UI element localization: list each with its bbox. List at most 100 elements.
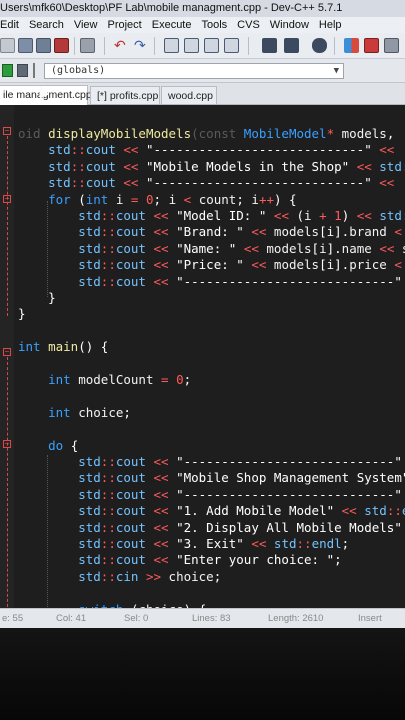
run-icon[interactable] bbox=[2, 64, 13, 77]
goto-icon[interactable] bbox=[224, 38, 239, 53]
code-token: "Brand: " bbox=[176, 224, 252, 240]
code-editor[interactable]: − − − − oid displayMobileModels(const Mo… bbox=[0, 105, 405, 608]
fold-marker-icon[interactable]: − bbox=[3, 127, 11, 135]
menu-project[interactable]: Project bbox=[103, 17, 147, 33]
menu-edit[interactable]: Edit bbox=[0, 17, 25, 33]
code-token: cout bbox=[115, 240, 154, 256]
fold-marker-icon[interactable]: − bbox=[3, 440, 11, 448]
grid-icon[interactable] bbox=[344, 38, 359, 53]
replace-icon[interactable] bbox=[184, 38, 199, 53]
code-token: << bbox=[153, 273, 177, 289]
code-token: < bbox=[394, 257, 402, 273]
code-token: std bbox=[18, 454, 101, 469]
code-token: :: bbox=[100, 519, 116, 535]
code-token: cout bbox=[115, 536, 154, 551]
menu-window[interactable]: Window bbox=[266, 17, 315, 33]
menu-view[interactable]: View bbox=[70, 17, 104, 33]
code-token: [ bbox=[319, 224, 327, 240]
code-token: cout bbox=[85, 175, 124, 191]
menu-search[interactable]: Search bbox=[25, 17, 70, 33]
menu-execute[interactable]: Execute bbox=[148, 17, 198, 33]
code-token: :: bbox=[100, 224, 116, 240]
code-token: std bbox=[18, 568, 101, 584]
undo-icon[interactable]: ↶ bbox=[114, 38, 129, 53]
toggle-comment-icon[interactable] bbox=[312, 38, 327, 53]
window-title: Users\mfk60\Desktop\PF Lab\mobile managm… bbox=[0, 0, 405, 17]
menu-tools[interactable]: Tools bbox=[197, 17, 233, 33]
code-token: "----------------------------" bbox=[176, 486, 405, 502]
toolbar-separator bbox=[154, 37, 155, 55]
code-token: ( bbox=[191, 126, 199, 141]
code-token: MobileModel bbox=[243, 126, 327, 141]
code-token: << bbox=[153, 503, 177, 519]
code-token: << bbox=[153, 552, 177, 568]
code-token: ; bbox=[341, 536, 350, 551]
fold-marker-icon[interactable]: − bbox=[3, 195, 11, 203]
redo-icon[interactable]: ↷ bbox=[134, 38, 149, 53]
code-token: std bbox=[18, 240, 101, 256]
menu-help[interactable]: Help bbox=[315, 17, 348, 33]
code-line: std::cout << "3. Exit" << std::endl; bbox=[18, 535, 349, 552]
code-token: models bbox=[266, 240, 312, 256]
code-token: << bbox=[341, 503, 365, 519]
code-token: () { bbox=[78, 339, 109, 355]
stop-icon[interactable] bbox=[17, 64, 28, 77]
fold-marker-icon[interactable]: − bbox=[3, 348, 11, 356]
code-token: = bbox=[130, 191, 146, 207]
close-icon[interactable] bbox=[54, 38, 69, 53]
globals-dropdown[interactable]: (globals) ▼ bbox=[44, 63, 344, 79]
code-token: , bbox=[386, 126, 402, 141]
toolbar-separator bbox=[248, 37, 249, 55]
toolbar: ↶ ↷ bbox=[0, 33, 405, 59]
code-token: std bbox=[18, 552, 101, 568]
code-token: "Mobile Models in the Shop" bbox=[145, 158, 357, 174]
code-token: price bbox=[349, 257, 395, 273]
menu-cvs[interactable]: CVS bbox=[233, 17, 266, 33]
code-line: int choice; bbox=[18, 404, 131, 421]
code-line: std::cout << "2. Display All Mobile Mode… bbox=[18, 519, 405, 536]
code-token: int bbox=[18, 404, 79, 420]
window-icon[interactable] bbox=[364, 38, 379, 53]
save-all-icon[interactable] bbox=[36, 38, 51, 53]
code-token: cout bbox=[115, 454, 154, 469]
code-token: do bbox=[18, 437, 71, 453]
tab-profits[interactable]: [*] profits.cpp bbox=[90, 86, 160, 104]
code-token: 0 bbox=[145, 191, 154, 207]
unindent-icon[interactable] bbox=[284, 38, 299, 53]
code-token: ; bbox=[334, 552, 342, 568]
code-token: cout bbox=[85, 158, 124, 174]
code-token: :: bbox=[100, 486, 116, 502]
open-icon[interactable] bbox=[0, 38, 15, 53]
code-token: . bbox=[334, 240, 342, 256]
code-token: << bbox=[379, 240, 402, 256]
code-token: std bbox=[18, 224, 101, 240]
code-token: cout bbox=[115, 257, 154, 273]
code-token: :: bbox=[100, 503, 116, 519]
code-token: i bbox=[319, 240, 327, 256]
code-token: :: bbox=[100, 536, 116, 551]
tab-wood[interactable]: wood.cpp bbox=[161, 86, 217, 104]
code-token: cout bbox=[115, 224, 154, 240]
code-token: << bbox=[123, 175, 146, 191]
print-icon[interactable] bbox=[80, 38, 95, 53]
code-token: << bbox=[153, 536, 177, 551]
list-icon[interactable] bbox=[33, 63, 41, 78]
find-icon[interactable] bbox=[164, 38, 179, 53]
code-token: << bbox=[153, 470, 177, 486]
code-token: << bbox=[379, 142, 395, 158]
code-token: << bbox=[251, 224, 274, 240]
window-icon-2[interactable] bbox=[384, 38, 399, 53]
code-token: ) bbox=[341, 208, 357, 223]
code-token: [ bbox=[319, 257, 327, 273]
toolbar-separator bbox=[74, 37, 75, 55]
code-line: int modelCount = 0; bbox=[18, 371, 191, 388]
code-token: "----------------------------" bbox=[145, 175, 380, 191]
monitor-bezel bbox=[0, 628, 405, 720]
indent-icon[interactable] bbox=[262, 38, 277, 53]
code-token: :: bbox=[70, 142, 86, 158]
code-token: i bbox=[304, 208, 320, 223]
code-token: cout bbox=[115, 519, 154, 535]
save-icon[interactable] bbox=[18, 38, 33, 53]
find-next-icon[interactable] bbox=[204, 38, 219, 53]
code-token: :: bbox=[70, 175, 86, 191]
